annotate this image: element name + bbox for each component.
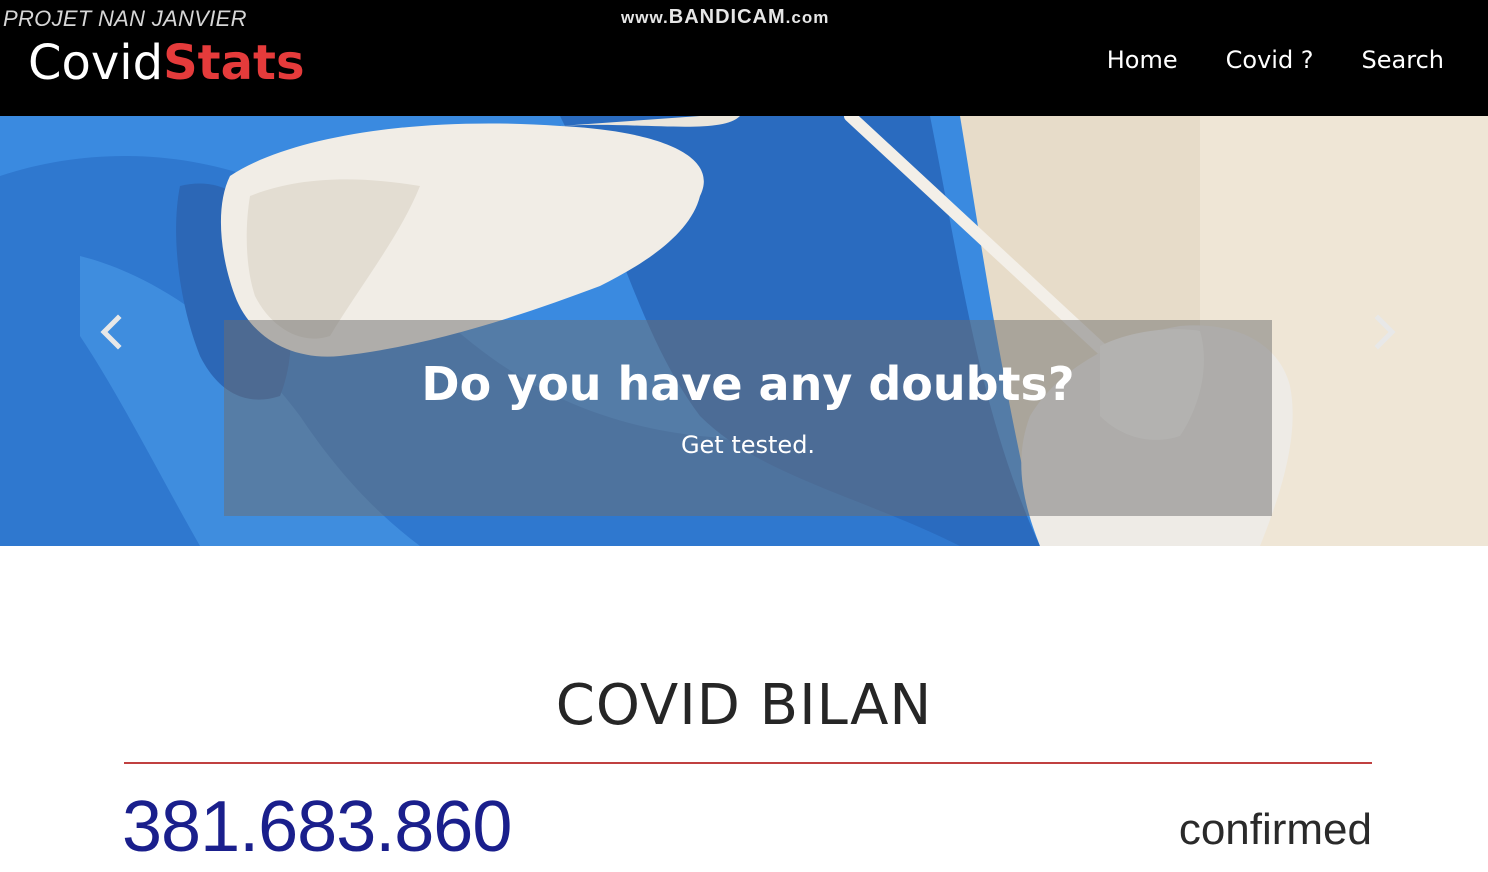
bilan-divider	[124, 762, 1372, 764]
bandicam-suffix: .com	[785, 8, 830, 27]
confirmed-count: 381.683.860	[122, 787, 512, 867]
caption-title: Do you have any doubts?	[421, 357, 1075, 411]
main-nav: Home Covid ? Search	[1107, 44, 1444, 76]
carousel-prev-button[interactable]	[92, 312, 132, 352]
nav-search[interactable]: Search	[1362, 44, 1444, 76]
bilan-title: COVID BILAN	[555, 673, 933, 738]
navbar: PROJET NAN JANVIER www.BANDICAM.com Covi…	[0, 0, 1488, 116]
caption-subtitle: Get tested.	[680, 431, 816, 459]
brand-logo-link[interactable]: CovidStats	[28, 34, 305, 92]
chevron-left-icon	[100, 314, 122, 350]
carousel-next-button[interactable]	[1364, 312, 1404, 352]
confirmed-label: confirmed	[1178, 805, 1372, 854]
bandicam-watermark: www.BANDICAM.com	[621, 6, 829, 29]
carousel-caption: Do you have any doubts? Get tested.	[224, 320, 1272, 516]
brand-part-covid: Covid	[28, 35, 164, 91]
brand-part-stats: Stats	[163, 35, 305, 91]
bandicam-main: BANDICAM	[668, 6, 786, 28]
chevron-right-icon	[1374, 314, 1396, 350]
nav-covid[interactable]: Covid ?	[1226, 44, 1314, 76]
project-watermark: PROJET NAN JANVIER	[3, 6, 247, 31]
bandicam-prefix: www.	[621, 8, 669, 27]
nav-home[interactable]: Home	[1107, 44, 1178, 76]
hero-carousel: Do you have any doubts? Get tested.	[0, 116, 1488, 546]
